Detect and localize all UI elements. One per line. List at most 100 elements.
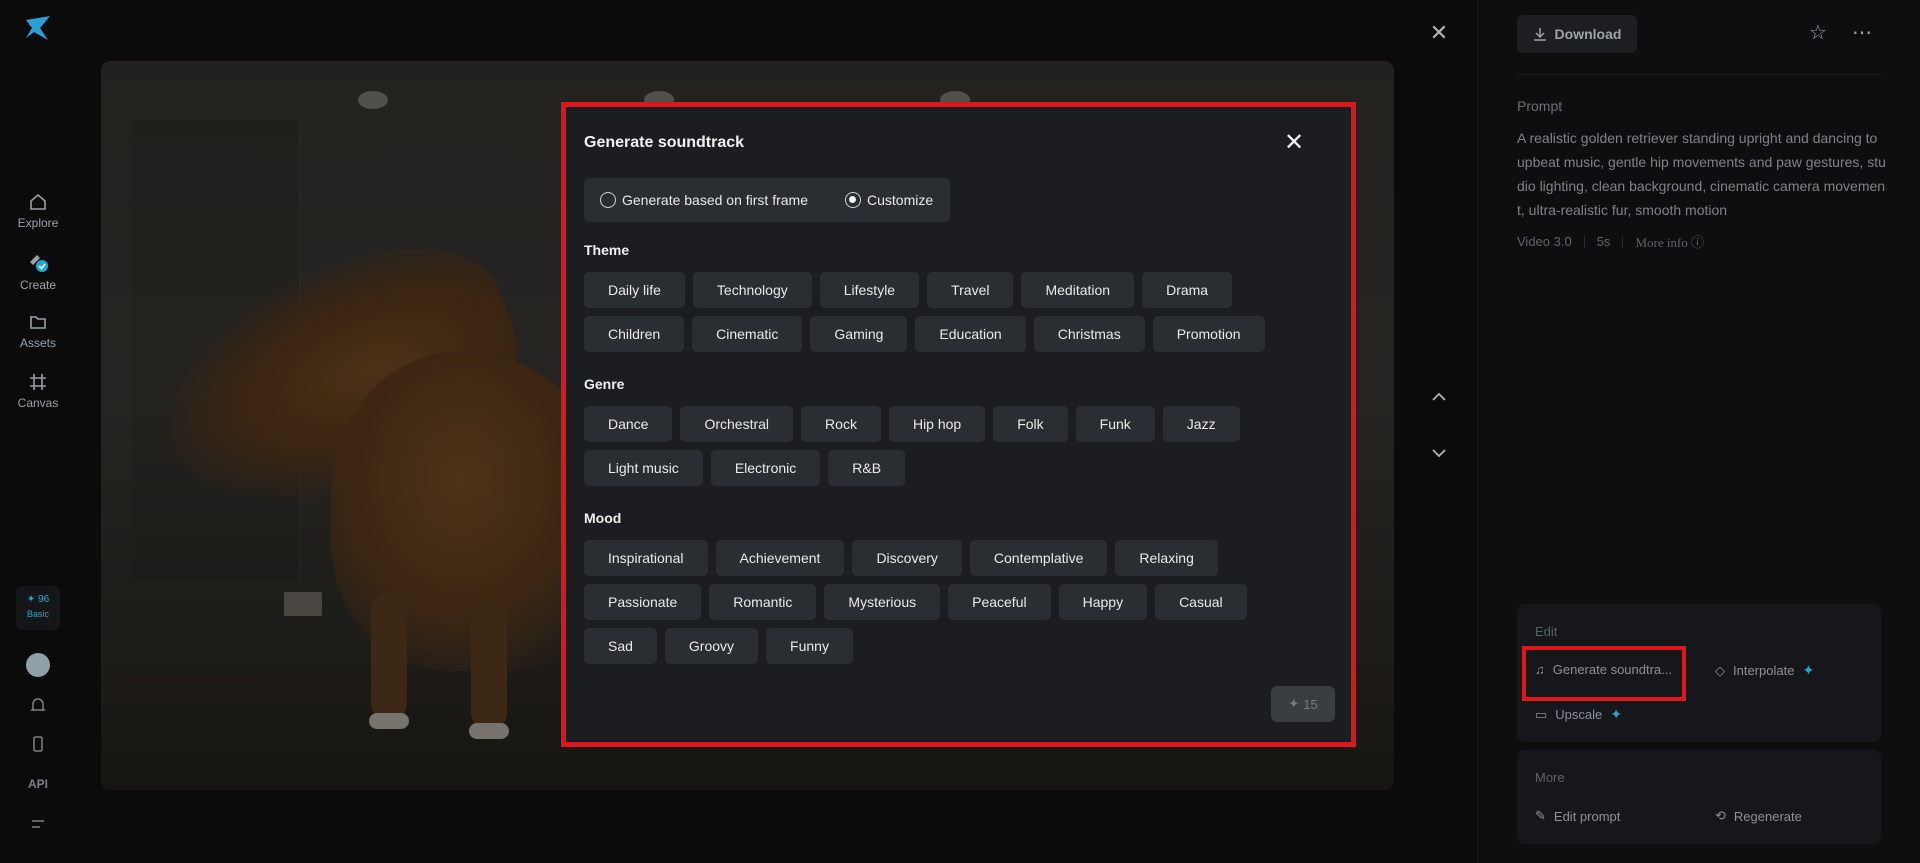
genre-chip[interactable]: Hip hop [888, 406, 986, 442]
mood-chip[interactable]: Peaceful [948, 584, 1051, 620]
plan-label: Basic [26, 609, 49, 619]
theme-chip[interactable]: Technology [692, 272, 812, 308]
mood-chip[interactable]: Sad [584, 628, 657, 664]
genre-chip[interactable]: Jazz [1162, 406, 1240, 442]
credits-badge[interactable]: ✦ 96 Basic [16, 586, 60, 630]
radio-label: Customize [867, 192, 934, 208]
nav-item-label: Explore [17, 216, 59, 230]
mood-chip[interactable]: Romantic [709, 584, 817, 620]
home-icon [30, 193, 46, 210]
mood-chip[interactable]: Relaxing [1115, 540, 1218, 576]
logo-icon[interactable] [24, 14, 52, 42]
generate-button[interactable]: ✦ 15 [1271, 686, 1335, 722]
mood-chip[interactable]: Discovery [852, 540, 962, 576]
regenerate-button[interactable]: ⟲ Regenerate [1715, 808, 1802, 824]
prompt-text: A realistic golden retriever standing up… [1517, 130, 1886, 218]
nav-item-explore[interactable]: Explore [6, 192, 70, 230]
menu-icon[interactable] [26, 812, 50, 836]
sparkle-icon: ✦ [1610, 706, 1622, 722]
more-info-link[interactable]: More info ⓘ [1635, 232, 1704, 251]
radio-customize[interactable]: Customize [845, 192, 933, 208]
nav-item-canvas[interactable]: Canvas [6, 372, 70, 410]
refresh-icon: ⟲ [1715, 808, 1726, 823]
genre-chip[interactable]: Light music [584, 450, 703, 486]
mood-chip[interactable]: Casual [1155, 584, 1247, 620]
mood-chip[interactable]: Mysterious [824, 584, 941, 620]
bell-icon[interactable] [26, 693, 50, 717]
genre-chip[interactable]: Electronic [710, 450, 821, 486]
mood-chip[interactable]: Funny [766, 628, 853, 664]
mood-chips: Inspirational Achievement Discovery Contemp… [584, 540, 1324, 664]
video-meta: Video 3.0 5s More info ⓘ [1517, 232, 1704, 251]
theme-chip[interactable]: Education [915, 316, 1026, 352]
theme-chip[interactable]: Travel [927, 272, 1014, 308]
nav-item-label: Create [19, 278, 57, 292]
theme-chip[interactable]: Children [584, 316, 685, 352]
theme-chips: Daily life Technology Lifestyle Travel Medit… [584, 272, 1324, 352]
genre-chip[interactable]: Dance [584, 406, 673, 442]
mood-title: Mood [584, 510, 622, 526]
edit-prompt-label: Edit prompt [1553, 808, 1621, 824]
genre-chip[interactable]: Rock [801, 406, 881, 442]
mood-chip[interactable]: Achievement [715, 540, 845, 576]
viewer-close-icon[interactable]: ✕ [1428, 22, 1450, 44]
interpolate-label: Interpolate [1733, 663, 1795, 678]
theme-chip[interactable]: Drama [1142, 272, 1233, 308]
star-icon[interactable]: ☆ [1806, 22, 1830, 46]
theme-chip[interactable]: Lifestyle [819, 272, 920, 308]
download-label: Download [1554, 26, 1622, 42]
mood-chip[interactable]: Groovy [664, 628, 759, 664]
download-icon [1533, 28, 1546, 41]
upscale-icon: ▭ [1535, 706, 1548, 722]
theme-chip[interactable]: Promotion [1152, 316, 1265, 352]
download-button[interactable]: Download [1517, 15, 1637, 53]
chevron-down-icon[interactable] [1426, 440, 1452, 466]
divider [1517, 74, 1882, 75]
mood-chip[interactable]: Happy [1058, 584, 1148, 620]
mood-chip[interactable]: Inspirational [584, 540, 708, 576]
edit-prompt-button[interactable]: ✎ Edit prompt [1535, 808, 1620, 824]
radio-unchecked-icon [600, 192, 616, 208]
avatar[interactable] [26, 653, 50, 677]
mode-selector: Generate based on first frame Customize [584, 178, 950, 222]
chevron-up-icon[interactable] [1426, 384, 1452, 410]
divider [1622, 235, 1624, 248]
interpolate-button[interactable]: ◇ Interpolate ✦ [1715, 662, 1814, 679]
more-options-icon[interactable]: ⋯ [1850, 22, 1874, 46]
mood-chip[interactable]: Contemplative [969, 540, 1108, 576]
mood-chip[interactable]: Passionate [584, 584, 702, 620]
nav-item-label: Canvas [17, 396, 59, 410]
theme-chip[interactable]: Cinematic [692, 316, 803, 352]
genre-chip[interactable]: R&B [828, 450, 906, 486]
generate-cost: 15 [1303, 696, 1318, 712]
modal-close-icon[interactable]: ✕ [1282, 131, 1306, 156]
api-link[interactable]: API [26, 777, 50, 801]
highlight-box [1522, 646, 1686, 701]
nav-item-create[interactable]: Create [6, 252, 70, 292]
left-nav: Explore Create Assets Canvas ✦ 96 Basic … [0, 0, 76, 863]
theme-chip[interactable]: Gaming [810, 316, 908, 352]
sparkle-icon: ✦ [1288, 696, 1300, 711]
more-label: More [1535, 770, 1565, 785]
edit-icon: ✎ [1535, 808, 1546, 823]
genre-chip[interactable]: Folk [993, 406, 1068, 442]
regenerate-label: Regenerate [1733, 808, 1802, 824]
edit-label: Edit [1535, 624, 1558, 639]
radio-first-frame[interactable]: Generate based on first frame [600, 192, 808, 208]
interpolate-icon: ◇ [1715, 662, 1725, 678]
genre-chip[interactable]: Funk [1075, 406, 1155, 442]
genre-chip[interactable]: Orchestral [680, 406, 794, 442]
right-panel: Download ☆ ⋯ Prompt A realistic golden r… [1477, 0, 1920, 863]
theme-chip[interactable]: Daily life [584, 272, 685, 308]
theme-chip[interactable]: Meditation [1021, 272, 1135, 308]
nav-item-assets[interactable]: Assets [6, 312, 70, 350]
radio-checked-icon [845, 192, 861, 208]
theme-title: Theme [584, 242, 630, 258]
theme-chip[interactable]: Christmas [1033, 316, 1145, 352]
divider [1583, 235, 1585, 248]
phone-icon[interactable] [26, 732, 50, 756]
modal-title: Generate soundtrack [584, 134, 745, 151]
generate-soundtrack-modal: Generate soundtrack ✕ Generate based on … [563, 104, 1354, 745]
canvas-icon [30, 374, 46, 390]
upscale-button[interactable]: ▭ Upscale ✦ [1535, 706, 1622, 723]
